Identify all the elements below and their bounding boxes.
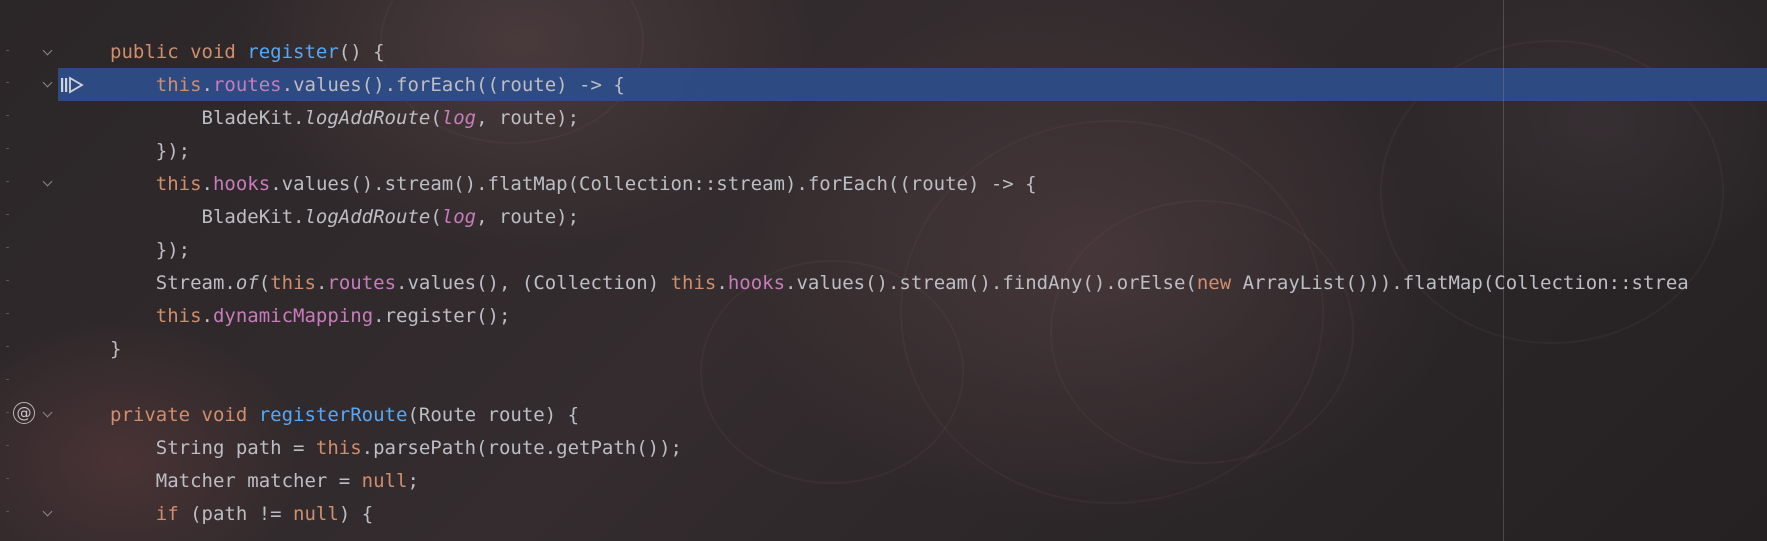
code-token: private void [110, 404, 259, 426]
code-token: logAddRoute [304, 107, 431, 129]
code-line-current[interactable]: this.routes.values().forEach((route) -> … [110, 69, 625, 102]
code-line[interactable]: BladeKit.logAddRoute(log, route); [110, 201, 580, 234]
code-token: . [201, 305, 213, 327]
code-token: (path != [178, 503, 294, 525]
code-token: .values(), (Collection) [396, 272, 671, 294]
code-token: ; [407, 470, 419, 492]
code-token: dynamicMapping [212, 305, 374, 327]
code-token: (Route route) { [407, 404, 580, 426]
code-line[interactable]: this.hooks.values().stream().flatMap(Col… [110, 168, 1037, 201]
code-token: . [315, 272, 328, 294]
code-line[interactable]: Stream.of(this.routes.values(), (Collect… [110, 267, 1689, 300]
code-token: ( [258, 272, 271, 294]
code-line[interactable]: private void registerRoute(Route route) … [110, 399, 579, 432]
code-token: this [155, 173, 202, 195]
code-token: , route); [476, 206, 580, 228]
code-token: .register(); [373, 305, 511, 327]
code-token: ( [430, 107, 442, 129]
code-token: .values().forEach((route) -> { [281, 74, 625, 96]
code-token: . [201, 74, 213, 96]
code-token: public void [110, 41, 248, 63]
code-token: registerRoute [258, 404, 408, 426]
code-token: Matcher matcher = [110, 470, 362, 492]
code-token: } [110, 338, 122, 360]
code-token: .parsePath(route.getPath()); [361, 437, 682, 459]
code-token: null [361, 470, 408, 492]
code-token: hooks [727, 272, 786, 294]
code-token: . [201, 173, 213, 195]
code-token: () { [338, 41, 385, 63]
code-editor[interactable]: @ public void register() { this.routes.v… [0, 0, 1767, 541]
code-line[interactable]: if (path != null) { [110, 498, 373, 531]
code-token: logAddRoute [304, 206, 431, 228]
code-token: of [235, 272, 259, 294]
code-token: log [441, 206, 477, 228]
code-token: String path = [110, 437, 316, 459]
code-line[interactable]: public void register() { [110, 36, 385, 69]
code-token: routes [327, 272, 397, 294]
code-token: . [716, 272, 728, 294]
code-token: register [247, 41, 339, 63]
code-token: if [155, 503, 179, 525]
code-line[interactable]: Matcher matcher = null; [110, 465, 419, 498]
code-token: ArrayList())).flatMap(Collection::strea [1231, 272, 1689, 294]
code-token: new [1196, 272, 1232, 294]
code-line[interactable]: String path = this.parsePath(route.getPa… [110, 432, 682, 465]
code-token: .values().stream().findAny().orElse( [785, 272, 1197, 294]
code-area[interactable]: public void register() { this.routes.val… [0, 0, 1767, 541]
code-line[interactable]: }); [110, 135, 190, 168]
code-token: this [315, 437, 362, 459]
code-token: routes [212, 74, 282, 96]
code-token: BladeKit. [110, 107, 305, 129]
code-token: Stream. [110, 272, 236, 294]
code-token: ( [430, 206, 442, 228]
code-token: this [155, 74, 202, 96]
code-token: hooks [212, 173, 271, 195]
code-token: this [270, 272, 316, 294]
code-token: }); [110, 239, 191, 261]
code-token: }); [110, 140, 191, 162]
code-token: this [155, 305, 202, 327]
code-token: .values().stream().flatMap(Collection::s… [270, 173, 1037, 195]
code-line[interactable]: this.dynamicMapping.register(); [110, 300, 511, 333]
code-token: BladeKit. [110, 206, 305, 228]
code-line[interactable]: BladeKit.logAddRoute(log, route); [110, 102, 580, 135]
code-token: null [293, 503, 339, 525]
code-line[interactable]: } [110, 333, 121, 366]
code-token: , route); [476, 107, 580, 129]
code-token: log [441, 107, 477, 129]
code-token: ) { [338, 503, 374, 525]
code-line[interactable]: }); [110, 234, 190, 267]
code-token: this [670, 272, 717, 294]
